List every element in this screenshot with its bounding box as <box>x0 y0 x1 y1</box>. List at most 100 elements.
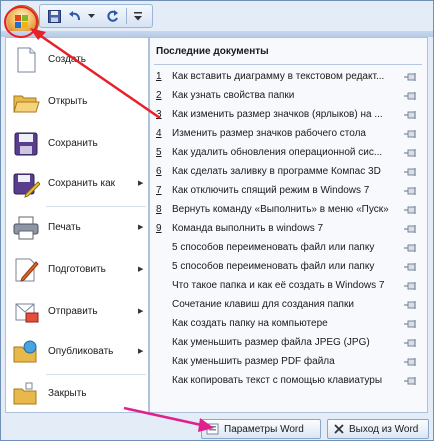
pin-icon[interactable] <box>404 205 418 215</box>
pin-icon[interactable] <box>404 338 418 348</box>
recent-document-title: Сочетание клавиш для создания папки <box>172 299 354 310</box>
pin-icon[interactable] <box>404 319 418 329</box>
submenu-arrow-icon: ▶ <box>138 308 144 315</box>
office-menu-window: Создать Открыть Сохранить Сохранить как … <box>0 0 434 441</box>
close-folder-icon <box>13 382 37 405</box>
qat-customize-button[interactable] <box>132 8 144 24</box>
recent-document-item[interactable]: Что такое папка и как её создать в Windo… <box>150 277 427 296</box>
pin-icon[interactable] <box>404 148 418 158</box>
submenu-arrow-icon: ▶ <box>138 348 144 355</box>
undo-icon <box>69 11 80 21</box>
qat-undo-button[interactable] <box>66 8 84 24</box>
pin-icon[interactable] <box>404 186 418 196</box>
pin-icon[interactable] <box>404 72 418 82</box>
recent-document-item[interactable]: 8 Вернуть команду «Выполнить» в меню «Пус… <box>150 201 427 220</box>
recent-document-item[interactable]: 3 Как изменить размер значков (ярлыков) н… <box>150 106 427 125</box>
menu-item-label: Отправить <box>48 306 98 317</box>
recent-document-item[interactable]: Сочетание клавиш для создания папки <box>150 296 427 315</box>
recent-document-title: 5 способов переименовать файл или папку <box>172 242 375 253</box>
menu-item-new[interactable]: Создать <box>6 42 148 78</box>
menu-item-label: Сохранить как <box>48 178 116 189</box>
close-icon <box>334 424 344 434</box>
recent-document-item[interactable]: 1 Как вставить диаграмму в текстовом реда… <box>150 68 427 87</box>
recent-document-title: Как создать папку на компьютере <box>172 318 328 329</box>
new-document-icon <box>17 47 36 73</box>
menu-item-label: Открыть <box>48 96 88 107</box>
recent-document-title: Как отключить спящий режим в Windows 7 <box>172 185 370 196</box>
recent-document-item[interactable]: 7 Как отключить спящий режим в Windows 7 <box>150 182 427 201</box>
recent-document-title: Как вставить диаграмму в текстовом редак… <box>172 71 385 82</box>
qat-undo-dropdown[interactable] <box>86 8 96 24</box>
recent-document-title: Как копировать текст с помощью клавиатур… <box>172 375 383 386</box>
command-pane: Создать Открыть Сохранить Сохранить как … <box>5 37 149 413</box>
menu-item-send[interactable]: Отправить ▶ <box>6 294 148 330</box>
recent-documents-pane: Последние документы 1 Как вставить диагра… <box>149 37 428 413</box>
pin-icon[interactable] <box>404 357 418 367</box>
recent-document-title: 5 способов переименовать файл или папку <box>172 261 375 272</box>
pin-icon[interactable] <box>404 300 418 310</box>
recent-document-item[interactable]: 9 Команда выполнить в windows 7 <box>150 220 427 239</box>
submenu-arrow-icon: ▶ <box>138 180 144 187</box>
menu-item-label: Подготовить <box>48 264 106 275</box>
recent-document-number: 6 <box>156 166 162 177</box>
pin-icon[interactable] <box>404 224 418 234</box>
recent-document-number: 7 <box>156 185 162 196</box>
menu-item-publish[interactable]: Опубликовать ▶ <box>6 334 148 370</box>
qat-save-button[interactable] <box>46 8 62 24</box>
menu-item-close[interactable]: Закрыть <box>6 376 148 412</box>
menu-item-label: Закрыть <box>48 388 87 399</box>
recent-document-number: 1 <box>156 71 162 82</box>
recent-document-number: 5 <box>156 147 162 158</box>
recent-document-number: 3 <box>156 109 162 120</box>
menu-item-label: Опубликовать <box>48 346 114 357</box>
options-icon <box>206 423 219 435</box>
save-icon <box>14 132 38 156</box>
pin-icon[interactable] <box>404 262 418 272</box>
recent-document-number: 4 <box>156 128 162 139</box>
recent-document-item[interactable]: Как создать папку на компьютере <box>150 315 427 334</box>
exit-word-label: Выход из Word <box>349 423 419 435</box>
recent-document-number: 2 <box>156 90 162 101</box>
recent-document-item[interactable]: 4 Изменить размер значков рабочего стола <box>150 125 427 144</box>
pin-icon[interactable] <box>404 110 418 120</box>
menu-item-prepare[interactable]: Подготовить ▶ <box>6 252 148 288</box>
chevron-down-icon <box>87 14 95 18</box>
save-as-icon <box>13 173 40 198</box>
pin-icon[interactable] <box>404 376 418 386</box>
qat-redo-button[interactable] <box>104 8 120 24</box>
menu-item-save-as[interactable]: Сохранить как ▶ <box>6 166 148 202</box>
recent-document-item[interactable]: Как уменьшить размер файла JPEG (JPG) <box>150 334 427 353</box>
menu-item-print[interactable]: Печать ▶ <box>6 210 148 246</box>
recent-document-title: Что такое папка и как её создать в Windo… <box>172 280 385 291</box>
pin-icon[interactable] <box>404 129 418 139</box>
pin-icon[interactable] <box>404 167 418 177</box>
recent-document-item[interactable]: Как уменьшить размер PDF файла <box>150 353 427 372</box>
recent-document-title: Как уменьшить размер файла JPEG (JPG) <box>172 337 370 348</box>
recent-document-item[interactable]: 5 способов переименовать файл или папку <box>150 258 427 277</box>
recent-document-title: Как уменьшить размер PDF файла <box>172 356 335 367</box>
exit-word-button[interactable]: Выход из Word <box>327 419 429 439</box>
divider <box>46 374 146 375</box>
menu-item-open[interactable]: Открыть <box>6 84 148 120</box>
submenu-arrow-icon: ▶ <box>138 266 144 273</box>
recent-document-title: Вернуть команду «Выполнить» в меню «Пуск… <box>172 204 389 215</box>
pin-icon[interactable] <box>404 91 418 101</box>
word-options-button[interactable]: Параметры Word <box>201 419 321 439</box>
recent-document-item[interactable]: 5 способов переименовать файл или папку <box>150 239 427 258</box>
divider <box>154 64 422 65</box>
menu-item-label: Сохранить <box>48 138 98 149</box>
pin-icon[interactable] <box>404 281 418 291</box>
menu-item-save[interactable]: Сохранить <box>6 126 148 162</box>
pin-icon[interactable] <box>404 243 418 253</box>
recent-document-title: Как узнать свойства папки <box>172 90 295 101</box>
recent-document-number: 9 <box>156 223 162 234</box>
recent-document-item[interactable]: 6 Как сделать заливку в программе Компас … <box>150 163 427 182</box>
print-icon <box>13 216 39 240</box>
quick-access-toolbar <box>39 4 153 28</box>
customize-dropdown-icon <box>134 11 142 20</box>
redo-icon <box>106 9 118 22</box>
recent-document-title: Как изменить размер значков (ярлыков) на… <box>172 109 383 120</box>
recent-document-item[interactable]: 5 Как удалить обновления операционной сис… <box>150 144 427 163</box>
recent-document-item[interactable]: 2 Как узнать свойства папки <box>150 87 427 106</box>
recent-document-item[interactable]: Как копировать текст с помощью клавиатур… <box>150 372 427 391</box>
